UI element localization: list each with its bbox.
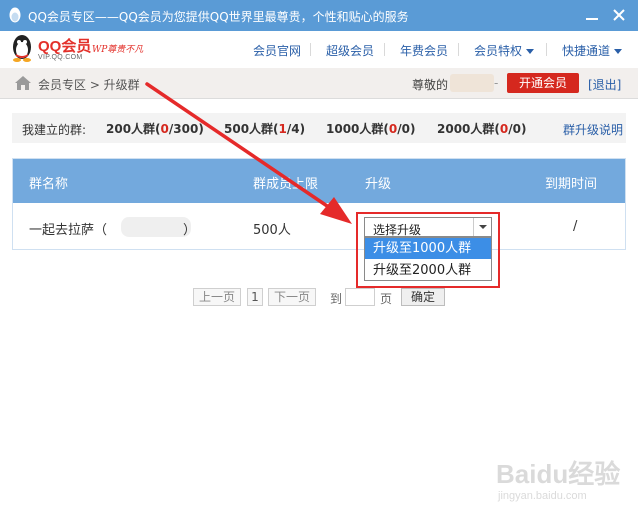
stat-suffix: /300) <box>168 122 204 136</box>
window-titlebar: QQ会员专区——QQ会员为您提供QQ世界里最尊贵，个性和贴心的服务 <box>0 0 638 31</box>
nav-super-vip[interactable]: 超级会员 <box>326 42 374 59</box>
breadcrumb-bar: 会员专区 > 升级群 尊敬的 - 开通会员 [退出] <box>0 68 638 99</box>
nav-divider <box>384 43 385 56</box>
nav-vip-home[interactable]: 会员官网 <box>253 42 301 59</box>
current-page[interactable]: 1 <box>247 288 263 306</box>
nav-quick-access[interactable]: 快捷通道 <box>562 42 623 59</box>
nav-vip-privileges[interactable]: 会员特权 <box>474 42 535 59</box>
stat-500-group: 500人群(1/4) <box>224 120 305 137</box>
nav-annual-vip[interactable]: 年费会员 <box>400 42 448 59</box>
open-vip-button[interactable]: 开通会员 <box>507 73 579 93</box>
groups-summary-bar: 我建立的群: 200人群(0/300) 500人群(1/4) 1000人群(0/… <box>12 113 626 143</box>
stat-prefix: 500人群( <box>224 122 279 136</box>
col-group-name: 群名称 <box>29 177 69 192</box>
expiry-time: / <box>573 219 578 234</box>
minimize-icon[interactable] <box>583 6 601 24</box>
qq-vip-logo[interactable]: QQ会员 VIP.QQ.COM WP尊贵不凡 <box>10 34 150 66</box>
stat-count: 0 <box>499 122 509 136</box>
watermark-url: jingyan.baidu.com <box>498 490 587 502</box>
goto-label: 到 <box>330 292 343 306</box>
nav-divider <box>310 43 311 56</box>
close-icon[interactable] <box>610 6 628 24</box>
logo-slogan: WP尊贵不凡 <box>92 45 144 55</box>
stat-suffix: /0) <box>397 122 416 136</box>
logo-domain: VIP.QQ.COM <box>38 54 83 61</box>
stat-count: 0 <box>388 122 398 136</box>
group-name: 一起去拉萨（ <box>29 223 108 238</box>
col-upgrade: 升级 <box>365 177 392 192</box>
stat-count: 0 <box>160 122 169 136</box>
site-header: QQ会员 VIP.QQ.COM WP尊贵不凡 会员官网 超级会员 年费会员 会员… <box>0 31 638 68</box>
member-limit: 500人 <box>253 223 291 238</box>
nav-vip-privileges-label: 会员特权 <box>474 44 523 58</box>
table-header: 群名称 群成员上限 升级 到期时间 <box>13 159 625 203</box>
stat-suffix: /4) <box>286 122 306 136</box>
nav-divider <box>458 43 459 56</box>
page-unit-label: 页 <box>380 292 393 306</box>
chevron-down-icon <box>614 49 623 54</box>
col-member-limit: 群成员上限 <box>253 177 319 192</box>
greeting-text: 尊敬的 <box>412 78 449 92</box>
annotation-highlight-box <box>356 212 500 288</box>
blurred-group-name <box>121 217 191 237</box>
groups-summary-label: 我建立的群: <box>22 123 87 137</box>
stat-suffix: /0) <box>508 122 527 136</box>
baidu-watermark: Baidu经验 jingyan.baidu.com <box>494 448 634 512</box>
prev-page-button[interactable]: 上一页 <box>193 288 241 306</box>
page-number-input[interactable] <box>345 288 375 306</box>
stat-200-group: 200人群(0/300) <box>106 120 204 137</box>
breadcrumb[interactable]: 会员专区 > 升级群 <box>38 76 140 93</box>
group-name-tail: ） <box>183 223 197 238</box>
qq-penguin-logo-icon <box>13 35 31 62</box>
next-page-button[interactable]: 下一页 <box>268 288 316 306</box>
chevron-down-icon <box>526 49 535 54</box>
group-table: 群名称 群成员上限 升级 到期时间 一起去拉萨（ ） 500人 / <box>12 158 626 250</box>
watermark-text: Baidu经验 <box>496 459 621 489</box>
stat-prefix: 1000人群( <box>326 122 389 136</box>
stat-prefix: 200人群( <box>106 122 161 136</box>
upgrade-help-link[interactable]: 群升级说明 <box>563 121 623 138</box>
logo-brand: QQ会员 <box>38 38 92 55</box>
stat-2000-group: 2000人群(0/0) <box>437 120 526 137</box>
blurred-username <box>450 74 494 92</box>
greeting-dash: - <box>494 76 499 90</box>
nav-divider <box>546 43 547 56</box>
logout-link[interactable]: [退出] <box>588 76 621 93</box>
nav-quick-access-label: 快捷通道 <box>562 44 611 58</box>
col-expiry: 到期时间 <box>545 177 598 192</box>
stat-count: 1 <box>278 122 287 136</box>
confirm-page-button[interactable]: 确定 <box>401 288 445 306</box>
stat-prefix: 2000人群( <box>437 122 500 136</box>
qq-penguin-icon <box>9 7 21 23</box>
window-title: QQ会员专区——QQ会员为您提供QQ世界里最尊贵，个性和贴心的服务 <box>28 10 409 24</box>
home-icon[interactable] <box>14 75 32 91</box>
stat-1000-group: 1000人群(0/0) <box>326 120 415 137</box>
